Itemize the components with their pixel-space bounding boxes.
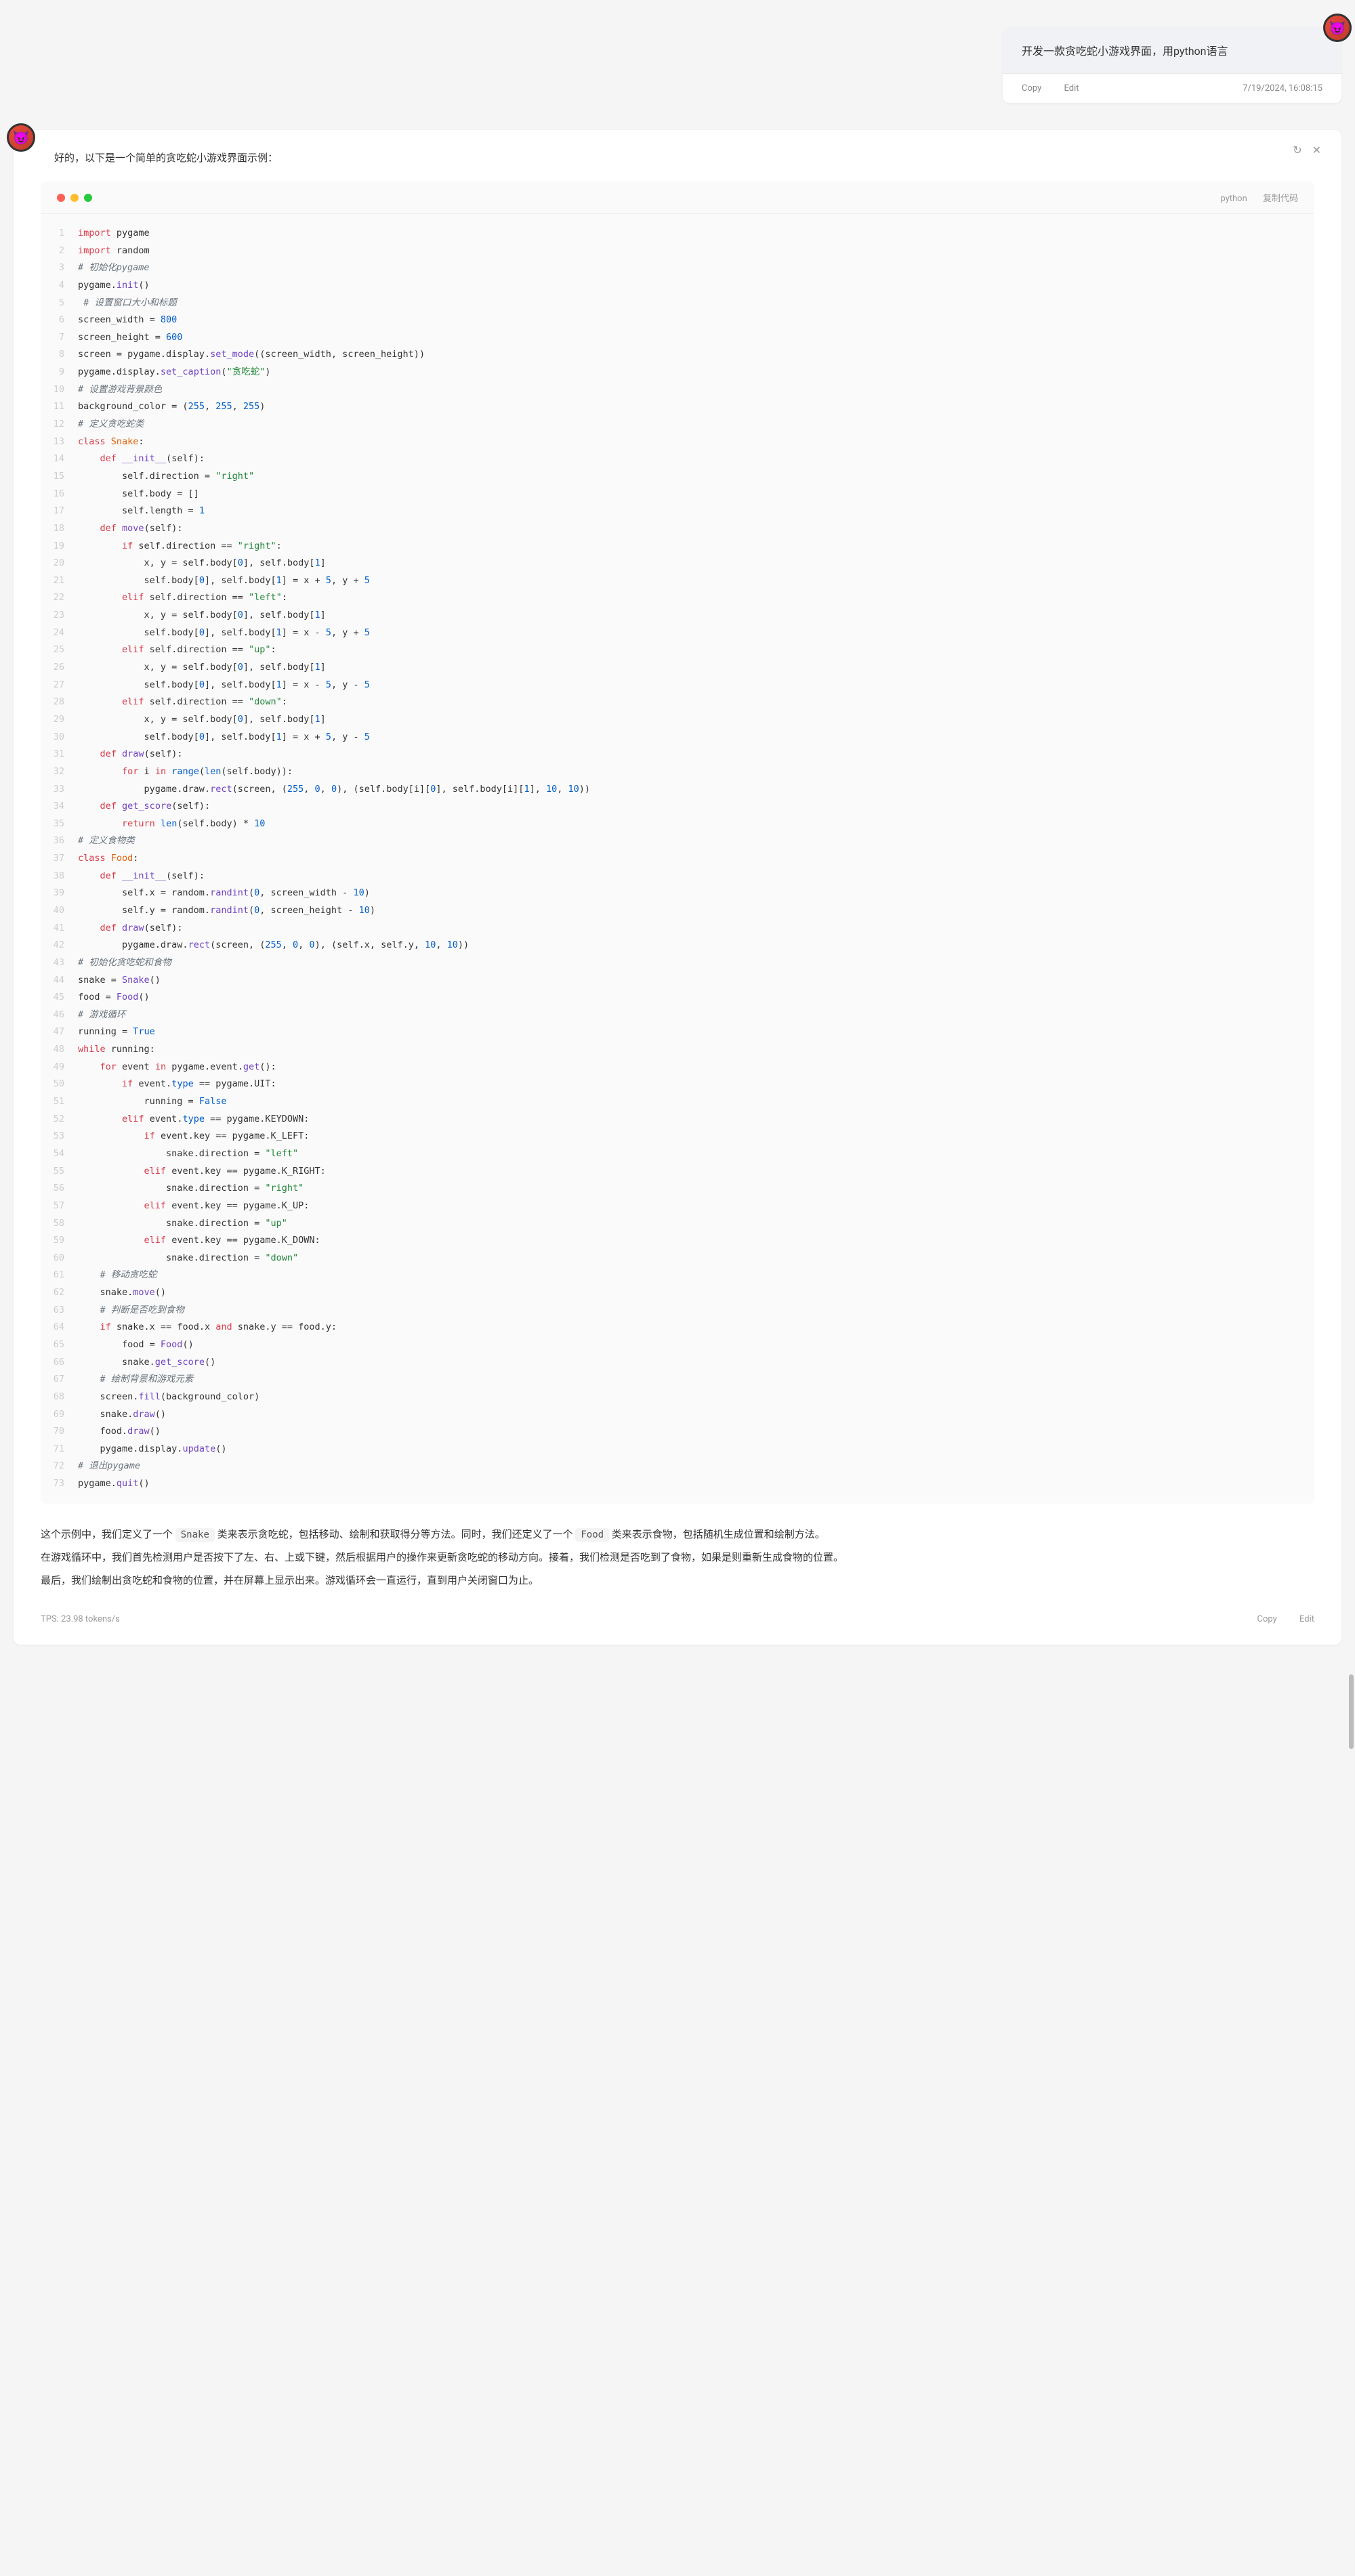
code-line: 32 for i in range(len(self.body)): (41, 763, 1314, 781)
code-line: 14 def __init__(self): (41, 450, 1314, 468)
code-line: 51 running = False (41, 1093, 1314, 1111)
scrollbar-thumb[interactable] (1349, 1674, 1354, 1749)
user-timestamp: 7/19/2024, 16:08:15 (1243, 83, 1322, 93)
footer-copy-button[interactable]: Copy (1257, 1614, 1276, 1624)
code-line: 43# 初始化贪吃蛇和食物 (41, 954, 1314, 972)
code-line: 25 elif self.direction == "up": (41, 641, 1314, 659)
code-line: 17 self.length = 1 (41, 503, 1314, 520)
code-line: 68 screen.fill(background_color) (41, 1389, 1314, 1406)
close-icon[interactable]: ✕ (1312, 144, 1321, 156)
code-line: 52 elif event.type == pygame.KEYDOWN: (41, 1111, 1314, 1128)
code-language-label: python (1220, 194, 1247, 204)
code-line: 61 # 移动贪吃蛇 (41, 1267, 1314, 1284)
code-line: 40 self.y = random.randint(0, screen_hei… (41, 902, 1314, 920)
code-line: 18 def move(self): (41, 520, 1314, 538)
code-line: 30 self.body[0], self.body[1] = x + 5, y… (41, 729, 1314, 746)
refresh-icon[interactable]: ↻ (1293, 144, 1301, 156)
code-line: 22 elif self.direction == "left": (41, 589, 1314, 607)
code-line: 24 self.body[0], self.body[1] = x - 5, y… (41, 625, 1314, 642)
code-line: 42 pygame.draw.rect(screen, (255, 0, 0),… (41, 937, 1314, 954)
code-line: 16 self.body = [] (41, 486, 1314, 503)
explanation-text: 这个示例中，我们定义了一个 Snake 类来表示贪吃蛇，包括移动、绘制和获取得分… (41, 1524, 1314, 1590)
code-line: 20 x, y = self.body[0], self.body[1] (41, 555, 1314, 572)
code-line: 2import random (41, 242, 1314, 260)
code-line: 31 def draw(self): (41, 746, 1314, 763)
code-line: 11background_color = (255, 255, 255) (41, 398, 1314, 416)
code-line: 73pygame.quit() (41, 1475, 1314, 1493)
code-line: 65 food = Food() (41, 1336, 1314, 1354)
copy-code-button[interactable]: 复制代码 (1263, 194, 1298, 204)
code-line: 56 snake.direction = "right" (41, 1180, 1314, 1198)
code-line: 19 if self.direction == "right": (41, 538, 1314, 555)
code-line: 64 if snake.x == food.x and snake.y == f… (41, 1319, 1314, 1336)
code-line: 36# 定义食物类 (41, 832, 1314, 850)
window-maximize-icon (84, 194, 92, 202)
code-line: 15 self.direction = "right" (41, 468, 1314, 486)
code-line: 27 self.body[0], self.body[1] = x - 5, y… (41, 677, 1314, 694)
code-line: 9pygame.display.set_caption("贪吃蛇") (41, 364, 1314, 381)
code-line: 35 return len(self.body) * 10 (41, 816, 1314, 833)
code-line: 38 def __init__(self): (41, 868, 1314, 885)
code-line: 69 snake.draw() (41, 1406, 1314, 1424)
user-message-content: 开发一款贪吃蛇小游戏界面，用python语言 (1003, 27, 1341, 73)
code-line: 63 # 判断是否吃到食物 (41, 1302, 1314, 1319)
code-line: 50 if event.type == pygame.UIT: (41, 1076, 1314, 1093)
bot-intro-text: 好的，以下是一个简单的贪吃蛇小游戏界面示例： (54, 150, 1314, 165)
window-controls (57, 194, 92, 202)
code-line: 7screen_height = 600 (41, 329, 1314, 347)
code-line: 60 snake.direction = "down" (41, 1250, 1314, 1267)
code-line: 29 x, y = self.body[0], self.body[1] (41, 711, 1314, 729)
footer-edit-button[interactable]: Edit (1299, 1614, 1314, 1624)
code-line: 62 snake.move() (41, 1284, 1314, 1302)
code-line: 33 pygame.draw.rect(screen, (255, 0, 0),… (41, 781, 1314, 799)
inline-code-food: Food (575, 1528, 609, 1542)
tps-label: TPS: 23.98 tokens/s (41, 1614, 120, 1624)
code-line: 59 elif event.key == pygame.K_DOWN: (41, 1232, 1314, 1250)
code-line: 12# 定义贪吃蛇类 (41, 416, 1314, 434)
code-line: 37class Food: (41, 850, 1314, 868)
code-line: 57 elif event.key == pygame.K_UP: (41, 1198, 1314, 1215)
code-line: 66 snake.get_score() (41, 1354, 1314, 1372)
code-line: 71 pygame.display.update() (41, 1441, 1314, 1458)
bot-avatar-icon: 😈 (7, 123, 35, 152)
user-copy-button[interactable]: Copy (1022, 83, 1041, 93)
user-avatar-icon: 😈 (1323, 14, 1352, 42)
code-line: 5 # 设置窗口大小和标题 (41, 295, 1314, 312)
code-line: 54 snake.direction = "left" (41, 1145, 1314, 1163)
code-line: 44snake = Snake() (41, 972, 1314, 990)
code-line: 4pygame.init() (41, 277, 1314, 295)
code-line: 10# 设置游戏背景颜色 (41, 381, 1314, 399)
code-line: 26 x, y = self.body[0], self.body[1] (41, 659, 1314, 677)
user-message: 😈 开发一款贪吃蛇小游戏界面，用python语言 Copy Edit 7/19/… (14, 27, 1341, 103)
code-line: 45food = Food() (41, 989, 1314, 1007)
code-line: 67 # 绘制背景和游戏元素 (41, 1371, 1314, 1389)
code-line: 48while running: (41, 1041, 1314, 1059)
code-line: 53 if event.key == pygame.K_LEFT: (41, 1128, 1314, 1145)
code-line: 55 elif event.key == pygame.K_RIGHT: (41, 1163, 1314, 1181)
code-line: 6screen_width = 800 (41, 312, 1314, 329)
code-line: 70 food.draw() (41, 1423, 1314, 1441)
bot-message: 😈 ↻ ✕ 好的，以下是一个简单的贪吃蛇小游戏界面示例： python 复制代码 (14, 130, 1341, 1645)
code-line: 21 self.body[0], self.body[1] = x + 5, y… (41, 572, 1314, 590)
code-line: 3# 初始化pygame (41, 259, 1314, 277)
code-line: 72# 退出pygame (41, 1458, 1314, 1475)
code-line: 49 for event in pygame.event.get(): (41, 1059, 1314, 1076)
code-line: 41 def draw(self): (41, 920, 1314, 937)
code-line: 23 x, y = self.body[0], self.body[1] (41, 607, 1314, 625)
code-line: 46# 游戏循环 (41, 1007, 1314, 1024)
code-line: 28 elif self.direction == "down": (41, 694, 1314, 711)
code-line: 1import pygame (41, 225, 1314, 242)
code-line: 58 snake.direction = "up" (41, 1215, 1314, 1233)
code-line: 47running = True (41, 1023, 1314, 1041)
code-line: 39 self.x = random.randint(0, screen_wid… (41, 885, 1314, 902)
code-line: 34 def get_score(self): (41, 798, 1314, 816)
code-line: 8screen = pygame.display.set_mode((scree… (41, 346, 1314, 364)
window-minimize-icon (70, 194, 79, 202)
code-content[interactable]: 1import pygame2import random3# 初始化pygame… (41, 214, 1314, 1504)
code-line: 13class Snake: (41, 434, 1314, 451)
code-block: python 复制代码 1import pygame2import random… (41, 182, 1314, 1504)
user-edit-button[interactable]: Edit (1064, 83, 1079, 93)
window-close-icon (57, 194, 65, 202)
inline-code-snake: Snake (175, 1528, 215, 1542)
